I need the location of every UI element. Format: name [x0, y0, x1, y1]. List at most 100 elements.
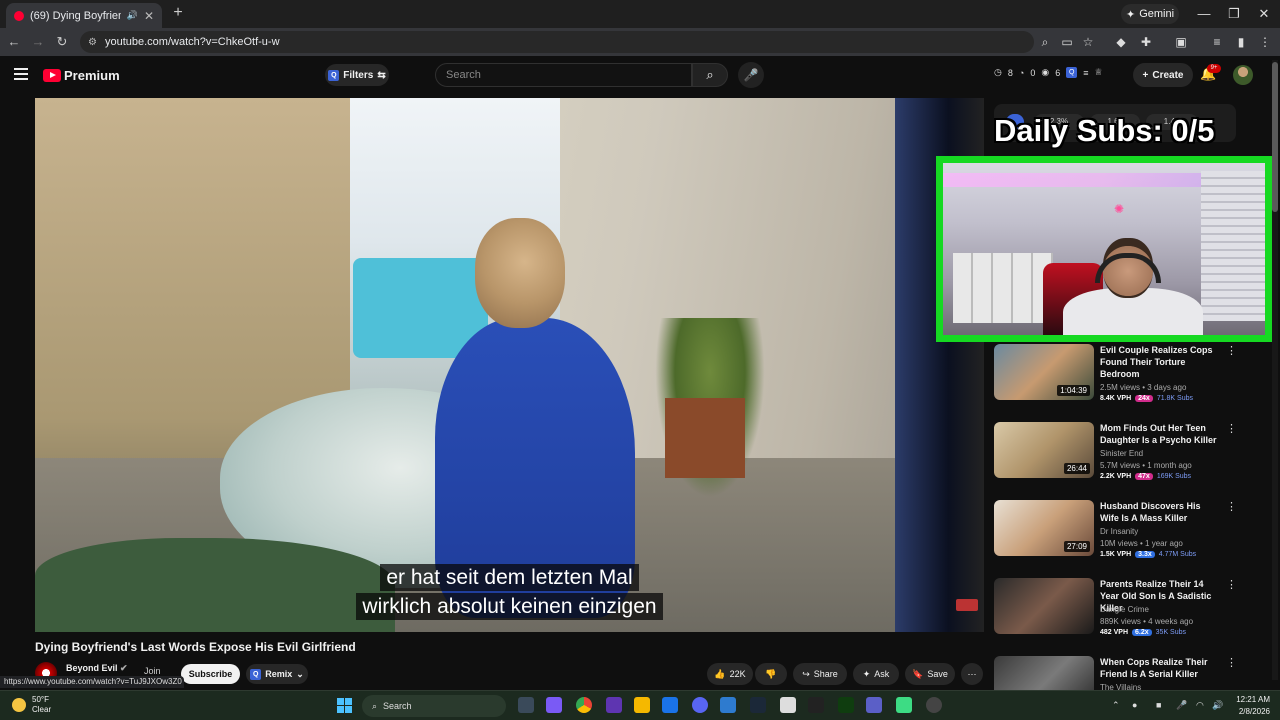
system-clock[interactable]: 12:21 AM 2/8/2026: [1226, 694, 1270, 718]
like-button[interactable]: 👍 22K: [707, 663, 753, 685]
extension-stats[interactable]: ◷ 8 ◔ 0 ◉ 6 Q ≡ ♕: [994, 67, 1103, 78]
extension-tags: 8.4K VPH 24x 71.8K Subs: [1100, 395, 1193, 402]
channel-watermark[interactable]: [956, 599, 978, 611]
filters-button[interactable]: Q Filters ⇆: [325, 64, 389, 86]
window-close-icon[interactable]: ✕: [1256, 6, 1272, 22]
windows-start-icon[interactable]: [337, 698, 352, 713]
subscribe-button[interactable]: Subscribe: [181, 664, 240, 684]
join-button[interactable]: Join: [144, 666, 161, 676]
scrollbar-thumb[interactable]: [1272, 62, 1278, 212]
search-icon[interactable]: ⌕: [692, 63, 728, 87]
gemini-button[interactable]: ✦ Gemini: [1121, 4, 1179, 24]
steam-icon[interactable]: [750, 697, 766, 713]
cast-icon[interactable]: ▭: [1060, 35, 1074, 49]
more-options-icon[interactable]: ⋮: [1226, 578, 1237, 591]
split-view-icon[interactable]: ▣: [1174, 35, 1188, 49]
more-options-icon[interactable]: ⋮: [1226, 500, 1237, 513]
more-options-icon[interactable]: ⋮: [1226, 344, 1237, 357]
speaker-icon[interactable]: 🔊: [127, 10, 138, 21]
recommended-title[interactable]: Evil Couple Realizes Cops Found Their To…: [1100, 344, 1218, 380]
minimize-icon[interactable]: —: [1196, 6, 1212, 21]
recommended-meta: 889K views • 4 weeks ago: [1100, 617, 1194, 626]
app-icon[interactable]: [606, 697, 622, 713]
thumbs-up-icon: 👍: [714, 668, 726, 679]
more-options-icon[interactable]: ⋮: [1226, 656, 1237, 669]
recommended-channel[interactable]: Dr Insanity: [1100, 527, 1138, 536]
browser-tab-bar: (69) Dying Boyfriend's Last 🔊 ✕ + ✦ Gemi…: [0, 0, 1280, 28]
search-input[interactable]: Search: [435, 63, 692, 87]
weather-widget[interactable]: 50°F Clear: [12, 695, 51, 715]
recommended-title[interactable]: Husband Discovers His Wife Is A Mass Kil…: [1100, 500, 1218, 524]
taskbar-search[interactable]: ⌕ Search: [362, 695, 506, 717]
app-icon[interactable]: [808, 697, 824, 713]
extension-icon[interactable]: ◆: [1114, 35, 1128, 49]
stat-c: 6: [1055, 67, 1061, 78]
volume-icon[interactable]: 🔊: [1212, 700, 1223, 711]
outlier-tag: 3.3x: [1135, 551, 1155, 558]
app-icon[interactable]: [720, 697, 736, 713]
microphone-icon[interactable]: 🎤: [1176, 700, 1187, 711]
video-player[interactable]: er hat seit dem letzten Mal wirklich abs…: [35, 98, 984, 632]
recommended-channel[interactable]: Sinister End: [1100, 449, 1143, 458]
reading-list-icon[interactable]: ≡: [1210, 35, 1224, 49]
save-button[interactable]: 🔖 Save: [905, 663, 955, 685]
video-thumbnail[interactable]: [994, 578, 1094, 634]
video-thumbnail[interactable]: 26:44: [994, 422, 1094, 478]
hamburger-menu-icon[interactable]: [14, 68, 28, 80]
video-scene: [475, 218, 565, 328]
app-icon[interactable]: [780, 697, 796, 713]
tray-app-icon[interactable]: ●: [1132, 700, 1137, 710]
ask-button[interactable]: ✦ Ask: [853, 663, 899, 685]
recommended-video[interactable]: 1:04:39 Evil Couple Realizes Cops Found T…: [994, 344, 1254, 404]
close-tab-icon[interactable]: ✕: [144, 9, 154, 23]
recommended-title[interactable]: When Cops Realize Their Friend Is A Seri…: [1100, 656, 1218, 680]
microphone-icon[interactable]: 🎤: [738, 62, 764, 88]
share-button[interactable]: ↪ Share: [793, 663, 847, 685]
dislike-button[interactable]: 👎: [755, 663, 787, 685]
chrome-taskbar-icon[interactable]: [576, 697, 592, 713]
browser-tab[interactable]: (69) Dying Boyfriend's Last 🔊 ✕: [6, 3, 162, 28]
recommended-title[interactable]: Mom Finds Out Her Teen Daughter Is a Psy…: [1100, 422, 1218, 446]
wifi-icon[interactable]: ◠: [1196, 700, 1204, 711]
teams-icon[interactable]: [866, 697, 882, 713]
recommended-meta: 10M views • 1 year ago: [1100, 539, 1183, 548]
file-explorer-icon[interactable]: [634, 697, 650, 713]
url-field[interactable]: ⚙ youtube.com/watch?v=ChkeOtf-u-w: [80, 31, 1034, 53]
task-view-icon[interactable]: [518, 697, 534, 713]
profile-icon[interactable]: ▮: [1234, 35, 1248, 49]
reload-icon[interactable]: ↻: [54, 34, 70, 50]
create-button[interactable]: + Create: [1133, 63, 1193, 87]
channel-name[interactable]: Beyond Evil ✔: [66, 663, 128, 674]
restore-icon[interactable]: ❐: [1226, 6, 1242, 22]
more-actions-icon[interactable]: ⋯: [961, 663, 983, 685]
site-info-icon[interactable]: ⚙: [88, 37, 97, 48]
tray-chevron-icon[interactable]: ⌃: [1112, 700, 1120, 711]
new-tab-icon[interactable]: +: [170, 5, 186, 21]
more-options-icon[interactable]: ⋮: [1226, 422, 1237, 435]
back-icon[interactable]: ←: [6, 34, 22, 50]
tray-app-icon[interactable]: ■: [1156, 700, 1161, 710]
youtube-logo[interactable]: Premium: [43, 68, 120, 83]
streamer-webcam-overlay: ✺: [936, 156, 1272, 342]
recommended-channel[interactable]: Dangle Crime: [1100, 605, 1149, 614]
video-thumbnail[interactable]: 27:09: [994, 500, 1094, 556]
app-icon[interactable]: [896, 697, 912, 713]
moon-icon: [12, 698, 26, 712]
verified-icon: ✔: [120, 663, 128, 673]
zoom-icon[interactable]: ⌕: [1038, 35, 1052, 49]
obs-icon[interactable]: [926, 697, 942, 713]
recommended-video[interactable]: Parents Realize Their 14 Year Old Son Is…: [994, 578, 1254, 638]
recommended-video[interactable]: 27:09 Husband Discovers His Wife Is A Mas…: [994, 500, 1254, 560]
forward-icon[interactable]: →: [30, 34, 46, 50]
discord-icon[interactable]: [692, 697, 708, 713]
copilot-icon[interactable]: [546, 697, 562, 713]
remix-button[interactable]: Q Remix ⌄: [246, 664, 308, 684]
app-icon[interactable]: [662, 697, 678, 713]
bookmark-star-icon[interactable]: ☆: [1081, 35, 1095, 49]
video-thumbnail[interactable]: 1:04:39: [994, 344, 1094, 400]
account-avatar[interactable]: [1233, 65, 1253, 85]
chrome-menu-icon[interactable]: ⋮: [1258, 35, 1272, 49]
app-icon[interactable]: [838, 697, 854, 713]
puzzle-icon[interactable]: ✚: [1139, 35, 1153, 49]
recommended-video[interactable]: 26:44 Mom Finds Out Her Teen Daughter Is …: [994, 422, 1254, 482]
